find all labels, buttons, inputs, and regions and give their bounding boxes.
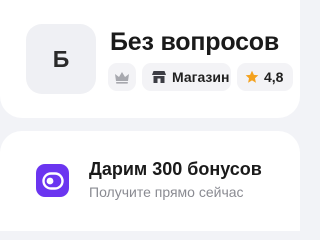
promo-subtitle: Получите прямо сейчас [89, 184, 244, 200]
shop-badge[interactable]: Магазин [142, 63, 231, 91]
store-avatar: Б [26, 24, 96, 94]
star-icon [245, 70, 259, 84]
store-name: Без вопросов [110, 28, 280, 56]
bonus-icon [36, 164, 69, 197]
avatar-letter: Б [52, 45, 70, 72]
promo-title: Дарим 300 бонусов [89, 159, 262, 179]
crown-icon [114, 71, 130, 84]
shop-icon [151, 70, 167, 84]
shop-label: Магазин [172, 69, 230, 85]
rating-value: 4,8 [264, 69, 284, 85]
rating-badge[interactable]: 4,8 [237, 63, 293, 91]
crown-badge[interactable] [108, 63, 136, 91]
